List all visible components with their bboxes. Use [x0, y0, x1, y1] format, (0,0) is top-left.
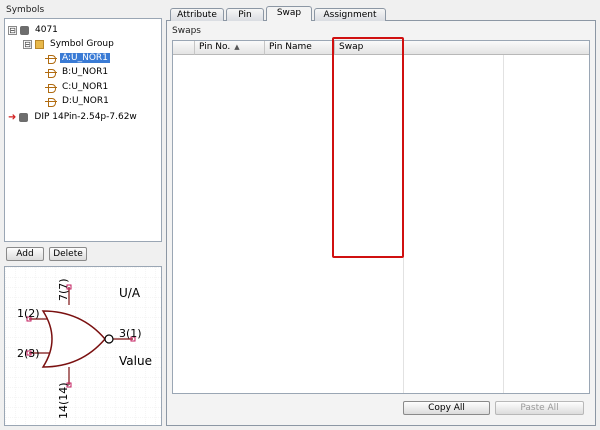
column-header-filler — [403, 41, 589, 55]
tree-item[interactable]: ⊟ 4071 — [8, 23, 60, 37]
tree-item-label: DIP 14Pin-2.54p-7.62w — [34, 112, 137, 122]
column-header-pin-no[interactable]: Pin No. ▲ — [195, 41, 265, 55]
tab-attribute[interactable]: Attribute — [170, 8, 224, 21]
pin-label-in2: 2(3) — [17, 347, 40, 360]
symbol-icon — [45, 83, 57, 93]
pin-label-bottom: 14(14) — [57, 382, 70, 419]
symbol-icon — [45, 97, 57, 107]
tree-item-label: 4071 — [35, 25, 58, 35]
paste-all-button[interactable]: Paste All — [495, 401, 584, 415]
tab-pin[interactable]: Pin — [226, 8, 264, 21]
symbols-panel-title: Symbols — [6, 5, 45, 15]
add-button[interactable]: Add — [6, 247, 44, 261]
sort-ascending-icon: ▲ — [234, 43, 240, 51]
tree-item[interactable]: D:U_NOR1 — [45, 94, 111, 108]
collapse-toggle-icon[interactable]: ⊟ — [23, 39, 32, 49]
tree-item-label: Symbol Group — [50, 39, 114, 49]
copy-all-button[interactable]: Copy All — [403, 401, 490, 415]
tree-item[interactable]: B:U_NOR1 — [45, 65, 110, 79]
arrow-right-icon: ➜ — [8, 111, 17, 123]
row-header-corner — [173, 41, 195, 55]
collapse-toggle-icon[interactable]: ⊟ — [8, 25, 17, 35]
tree-item[interactable]: ⊟ Symbol Group — [23, 37, 116, 51]
swap-column-highlight — [332, 37, 404, 258]
tree-item[interactable]: ➜ DIP 14Pin-2.54p-7.62w — [8, 110, 139, 124]
tab-assignment[interactable]: Assignment — [314, 8, 386, 21]
tree-item[interactable]: A:U_NOR1 — [45, 51, 110, 65]
unit-label: U/A — [119, 286, 141, 300]
column-header-pin-no-label: Pin No. — [199, 42, 231, 52]
delete-button[interactable]: Delete — [49, 247, 87, 261]
chip-icon — [20, 25, 29, 35]
tree-item-label: B:U_NOR1 — [62, 67, 109, 77]
folder-icon — [35, 39, 44, 49]
tree-item-label: A:U_NOR1 — [60, 53, 110, 63]
symbol-preview: 1SWAP/A/12SWAP/A/13SWAP/A/24SWAP/B/25SWA… — [4, 266, 162, 426]
tree-item-label: D:U_NOR1 — [62, 96, 109, 106]
pin-label-in1: 1(2) — [17, 307, 40, 320]
pin-label-top: 7(7) — [57, 278, 70, 301]
symbols-tree[interactable]: ⊟ 4071 ⊟ Symbol Group A:U_NOR1 B:U_NOR1 C:U_NO… — [4, 18, 162, 242]
symbol-icon — [45, 68, 57, 78]
symbol-preview-canvas: 1SWAP/A/12SWAP/A/13SWAP/A/24SWAP/B/25SWA… — [5, 267, 161, 425]
grid-divider — [503, 55, 504, 393]
chip-icon — [19, 112, 29, 122]
tab-swap[interactable]: Swap — [266, 6, 312, 21]
column-header-pin-name[interactable]: Pin Name — [265, 41, 335, 55]
pin-label-out: 3(1) — [119, 327, 142, 340]
inversion-bubble — [104, 334, 114, 344]
symbol-icon — [45, 54, 57, 64]
tree-item[interactable]: C:U_NOR1 — [45, 80, 110, 94]
swaps-section-label: Swaps — [172, 26, 201, 36]
value-label: Value — [119, 354, 152, 368]
tree-item-label: C:U_NOR1 — [62, 82, 109, 92]
